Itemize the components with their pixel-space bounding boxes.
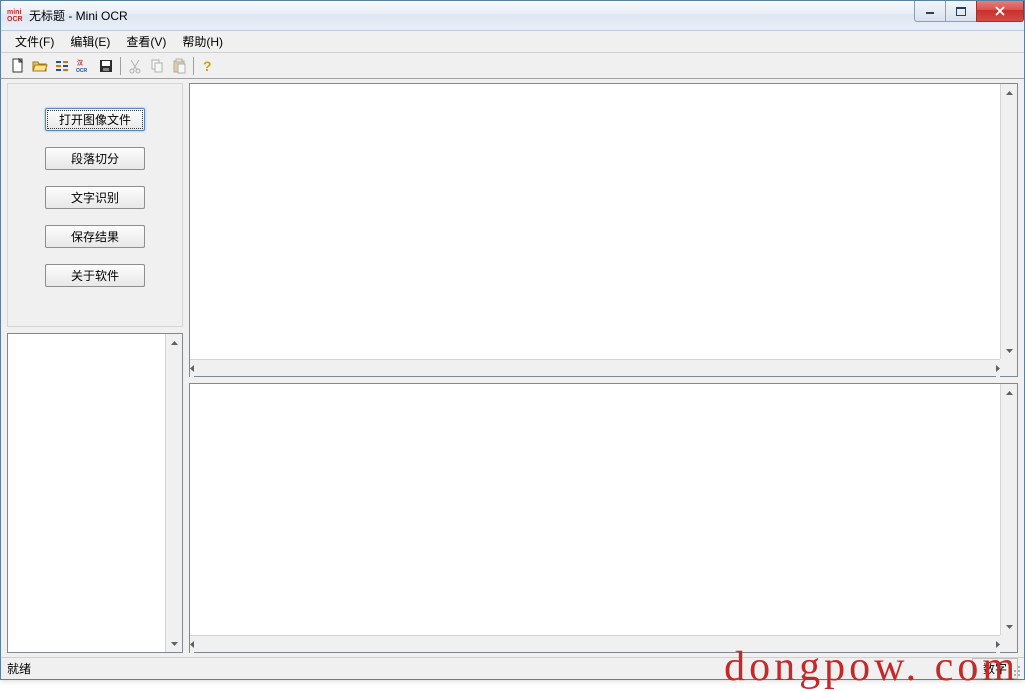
help-icon: ? (200, 58, 216, 74)
segment-button[interactable]: 段落切分 (45, 147, 145, 170)
text-pane[interactable] (189, 383, 1018, 653)
scroll-corner (1000, 359, 1017, 376)
toolbar-separator (120, 57, 121, 75)
app-icon: mini OCR (7, 8, 25, 24)
cut-icon (127, 58, 143, 74)
image-hscrollbar[interactable] (190, 359, 1000, 376)
app-icon-line2: OCR (7, 16, 23, 23)
menu-help[interactable]: 帮助(H) (174, 31, 231, 52)
minimize-icon (925, 7, 935, 15)
scroll-track[interactable] (1001, 101, 1017, 342)
toolbar-help-button[interactable]: ? (197, 55, 219, 77)
minimize-button[interactable] (914, 1, 946, 22)
close-icon (994, 6, 1006, 16)
paste-icon (171, 58, 187, 74)
action-panel: 打开图像文件 段落切分 文字识别 保存结果 关于软件 (7, 83, 183, 327)
open-image-button[interactable]: 打开图像文件 (45, 108, 145, 131)
status-ready: 就绪 (7, 660, 968, 677)
maximize-icon (956, 7, 966, 16)
scroll-track[interactable] (194, 360, 996, 376)
titlebar[interactable]: mini OCR 无标题 - Mini OCR (1, 1, 1024, 31)
toolbar-open-button[interactable] (29, 55, 51, 77)
save-icon (98, 58, 114, 74)
app-window: mini OCR 无标题 - Mini OCR 文件(F) 编辑(E) 查看(V… (0, 0, 1025, 680)
client-area: 打开图像文件 段落切分 文字识别 保存结果 关于软件 (1, 79, 1024, 657)
about-button[interactable]: 关于软件 (45, 264, 145, 287)
toolbar-ocr-button[interactable]: 汉 OCR (73, 55, 95, 77)
toolbar-copy-button[interactable] (146, 55, 168, 77)
scroll-track[interactable] (1001, 401, 1017, 618)
toolbar-save-button[interactable] (95, 55, 117, 77)
toolbar-cut-button[interactable] (124, 55, 146, 77)
maximize-button[interactable] (945, 1, 977, 22)
text-vscrollbar[interactable] (1000, 384, 1017, 635)
toolbar-separator (193, 57, 194, 75)
resize-grip-icon[interactable] (1006, 662, 1022, 678)
save-result-button[interactable]: 保存结果 (45, 225, 145, 248)
menu-view[interactable]: 查看(V) (118, 31, 174, 52)
new-file-icon (10, 58, 26, 74)
toolbar-new-button[interactable] (7, 55, 29, 77)
open-folder-icon (32, 58, 48, 74)
statusbar: 就绪 数字 (1, 657, 1024, 679)
recognize-button[interactable]: 文字识别 (45, 186, 145, 209)
svg-text:汉: 汉 (77, 59, 84, 67)
text-hscrollbar[interactable] (190, 635, 1000, 652)
scroll-down-icon[interactable] (1001, 342, 1017, 359)
menu-edit[interactable]: 编辑(E) (62, 31, 118, 52)
toolbar-paste-button[interactable] (168, 55, 190, 77)
scroll-down-icon[interactable] (1001, 618, 1017, 635)
svg-text:OCR: OCR (76, 68, 88, 74)
copy-icon (149, 58, 165, 74)
scroll-up-icon[interactable] (1001, 384, 1017, 401)
thumbnail-panel (7, 333, 183, 653)
menubar: 文件(F) 编辑(E) 查看(V) 帮助(H) (1, 31, 1024, 53)
image-vscrollbar[interactable] (1000, 84, 1017, 359)
window-controls (915, 1, 1024, 22)
menu-file[interactable]: 文件(F) (7, 31, 62, 52)
scroll-track[interactable] (194, 636, 996, 652)
side-column: 打开图像文件 段落切分 文字识别 保存结果 关于软件 (1, 79, 189, 657)
scroll-track[interactable] (166, 351, 182, 635)
scroll-up-icon[interactable] (166, 334, 182, 351)
scroll-up-icon[interactable] (1001, 84, 1017, 101)
toolbar: 汉 OCR ? (1, 53, 1024, 79)
segment-icon (54, 58, 70, 74)
ocr-icon: 汉 OCR (76, 58, 92, 74)
thumbnail-vscrollbar[interactable] (165, 334, 182, 652)
image-pane (189, 83, 1018, 377)
close-button[interactable] (976, 1, 1024, 22)
app-icon-line1: mini (7, 9, 21, 16)
window-title: 无标题 - Mini OCR (29, 7, 128, 24)
svg-text:?: ? (203, 58, 212, 74)
scroll-corner (1000, 635, 1017, 652)
toolbar-segment-button[interactable] (51, 55, 73, 77)
scroll-down-icon[interactable] (166, 635, 182, 652)
main-column (189, 79, 1024, 657)
